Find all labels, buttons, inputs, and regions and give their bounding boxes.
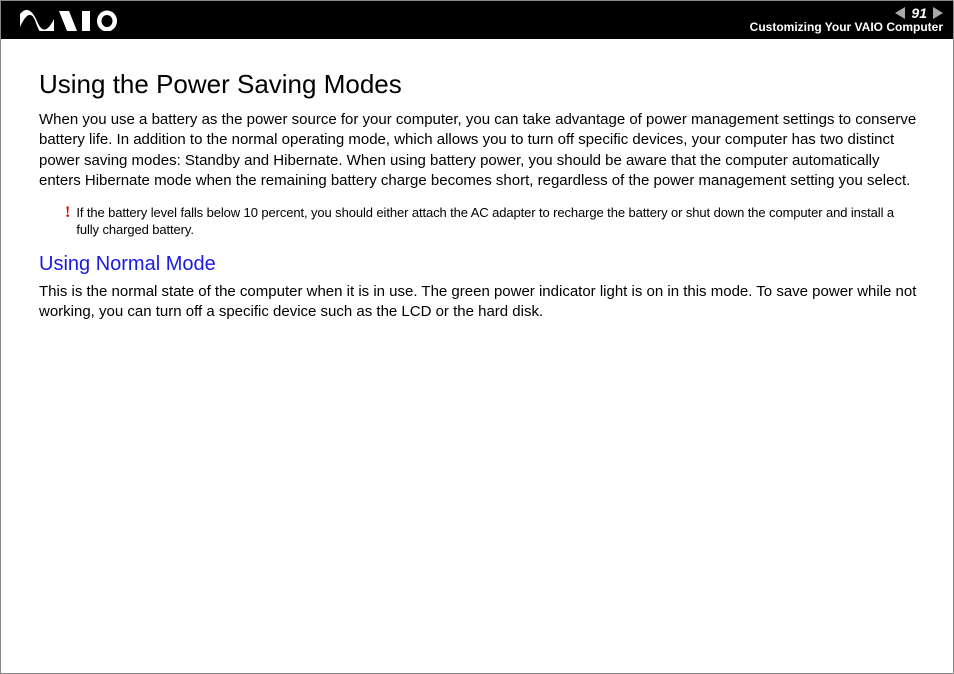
page-nav: 91 <box>895 6 943 20</box>
document-page: 91 Customizing Your VAIO Computer Using … <box>0 0 954 674</box>
page-number: 91 <box>909 6 929 20</box>
intro-paragraph: When you use a battery as the power sour… <box>39 110 919 191</box>
next-page-icon[interactable] <box>933 7 943 19</box>
exclamation-icon: ! <box>65 205 70 221</box>
warning-note: ! If the battery level falls below 10 pe… <box>65 205 919 239</box>
subheading-normal-mode: Using Normal Mode <box>39 253 919 276</box>
warning-text: If the battery level falls below 10 perc… <box>76 205 919 239</box>
header-right: 91 Customizing Your VAIO Computer <box>750 6 943 33</box>
header-bar: 91 Customizing Your VAIO Computer <box>1 1 953 39</box>
breadcrumb: Customizing Your VAIO Computer <box>750 21 943 33</box>
prev-page-icon[interactable] <box>895 7 905 19</box>
vaio-logo <box>19 9 129 31</box>
content-area: Using the Power Saving Modes When you us… <box>1 39 953 322</box>
normal-mode-paragraph: This is the normal state of the computer… <box>39 282 919 323</box>
page-title: Using the Power Saving Modes <box>39 69 919 100</box>
